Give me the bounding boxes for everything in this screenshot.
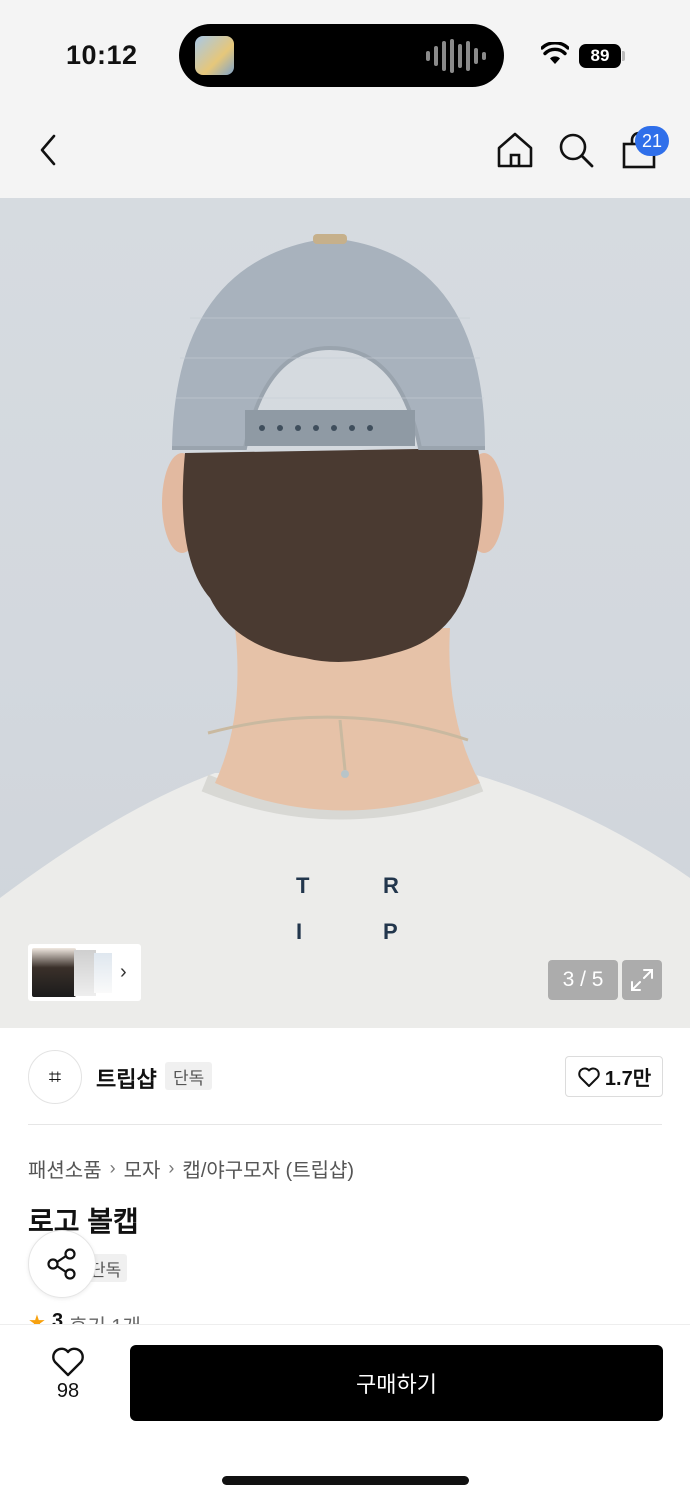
thumbnail-image[interactable]	[32, 948, 76, 997]
thumbnail-image[interactable]	[94, 953, 112, 993]
print-letter: I	[296, 919, 303, 944]
share-icon	[47, 1248, 76, 1280]
brand-name[interactable]: 트립샵	[96, 1062, 157, 1094]
back-button[interactable]	[28, 130, 68, 170]
print-letter: T	[296, 873, 310, 898]
print-letter: P	[383, 919, 398, 944]
chevron-right-icon: ›	[120, 961, 127, 983]
audio-waveform-icon	[426, 38, 486, 74]
expand-icon	[631, 969, 653, 991]
shirt-print: T R I P	[296, 873, 406, 945]
breadcrumb-item[interactable]: 모자	[124, 1154, 161, 1183]
breadcrumb-separator: ›	[168, 1158, 175, 1178]
breadcrumb-separator: ›	[109, 1158, 116, 1178]
heart-icon	[52, 1347, 84, 1377]
dynamic-island	[179, 24, 504, 87]
chevron-left-icon	[40, 134, 56, 166]
buy-button[interactable]: 구매하기	[130, 1345, 663, 1421]
home-button[interactable]	[495, 130, 535, 170]
product-image-gallery[interactable]: T R I P	[0, 198, 690, 1028]
search-icon	[559, 133, 594, 168]
home-icon	[497, 132, 533, 168]
brand-like-count: 1.7만	[604, 1068, 652, 1090]
status-time: 10:12	[66, 40, 138, 70]
print-letter: R	[383, 873, 399, 898]
brand-logo[interactable]: ⌗	[28, 1050, 82, 1104]
search-button[interactable]	[556, 130, 596, 170]
image-page-counter: 3 / 5	[548, 960, 618, 1000]
brand-logo-glyph: ⌗	[48, 1064, 62, 1089]
battery-cap	[622, 51, 625, 61]
now-playing-artwork	[195, 36, 234, 75]
thumbnail-image[interactable]	[74, 950, 96, 996]
breadcrumb-item[interactable]: 패션소품	[28, 1154, 102, 1183]
breadcrumb: 패션소품 › 모자 › 캡/야구모자 (트립샵)	[28, 1154, 354, 1183]
breadcrumb-item[interactable]: 캡/야구모자 (트립샵)	[182, 1154, 354, 1183]
expand-image-button[interactable]	[622, 960, 662, 1000]
heart-icon	[578, 1067, 600, 1087]
brand-like-button[interactable]: 1.7만	[565, 1056, 663, 1097]
share-button[interactable]	[28, 1230, 96, 1298]
wishlist-count: 98	[56, 1380, 80, 1402]
battery-indicator: 89	[579, 44, 621, 68]
image-thumbnail-strip[interactable]: ›	[28, 944, 141, 1001]
wifi-icon	[541, 42, 569, 64]
section-divider	[28, 1124, 662, 1125]
home-indicator	[222, 1476, 469, 1485]
exclusive-badge: 단독	[165, 1062, 213, 1090]
top-navigation	[0, 100, 690, 198]
wishlist-button[interactable]: 98	[38, 1346, 98, 1418]
cart-count-badge: 21	[635, 126, 669, 156]
status-bar: 10:12 89	[0, 0, 690, 100]
